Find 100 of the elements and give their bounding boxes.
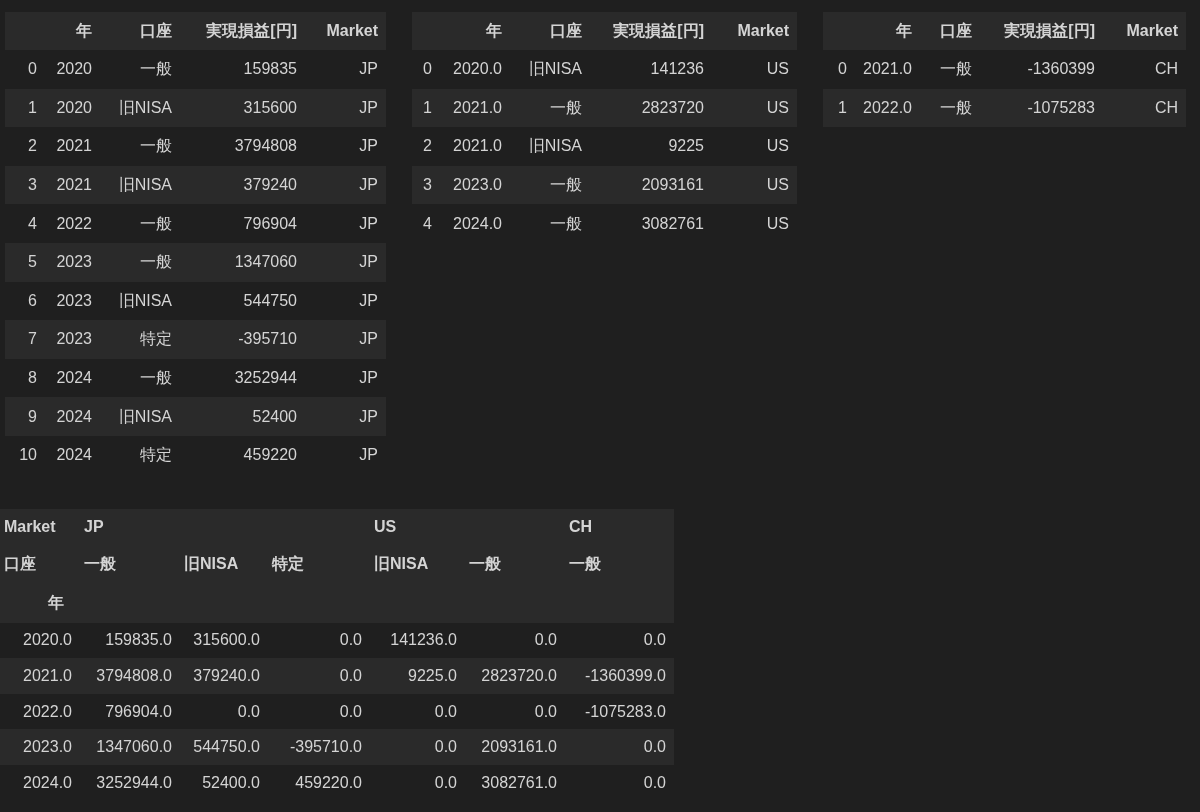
table-cell: -395710.0 (268, 729, 370, 765)
table-cell: JP (305, 88, 386, 128)
row-index: 7 (5, 320, 45, 359)
table-cell: 0.0 (268, 622, 370, 659)
table-cell: 2021 (45, 127, 100, 166)
column-header: 実現損益[円] (180, 12, 305, 50)
table-cell: 2022 (45, 204, 100, 243)
column-header: US (370, 508, 565, 545)
column-header: 旧NISA (180, 544, 268, 583)
table-cell: 315600.0 (180, 622, 268, 659)
table-cell: 2020.0 (440, 50, 510, 89)
table-cell: 2021 (45, 165, 100, 205)
row-index: 2024.0 (0, 764, 80, 801)
column-level-name: 口座 (0, 544, 80, 583)
table-cell: 1347060.0 (80, 729, 180, 765)
table-cell: 2023.0 (440, 165, 510, 205)
table-cell: -395710 (180, 320, 305, 359)
row-index: 4 (5, 204, 45, 243)
table-cell: 3082761.0 (465, 764, 565, 801)
column-header: 口座 (920, 12, 980, 50)
table-cell: 544750.0 (180, 729, 268, 765)
table-cell: 一般 (510, 88, 590, 128)
table-cell: 379240 (180, 165, 305, 205)
table-cell: 3794808.0 (80, 658, 180, 694)
row-index: 3 (412, 165, 440, 205)
table-cell: 3794808 (180, 127, 305, 166)
table-cell: 1347060 (180, 242, 305, 282)
table-cell: US (712, 88, 797, 128)
table-cell: 0.0 (565, 729, 674, 765)
table-cell: 159835.0 (80, 622, 180, 659)
table-cell: 0.0 (465, 693, 565, 730)
table-cell: 9225.0 (370, 658, 465, 694)
table-cell: CH (1103, 50, 1186, 89)
table-cell: 特定 (100, 320, 180, 359)
column-header: 特定 (268, 544, 370, 583)
row-index: 2021.0 (0, 658, 80, 694)
table-cell: 2093161 (590, 165, 712, 205)
table-cell: -1075283.0 (565, 693, 674, 730)
table-cell: 2024.0 (440, 204, 510, 243)
table-cell: US (712, 50, 797, 89)
column-header: 旧NISA (370, 544, 465, 583)
table-cell: 0.0 (268, 693, 370, 730)
table-cell: 旧NISA (100, 165, 180, 205)
table-cell: 0.0 (370, 693, 465, 730)
table-cell: US (712, 127, 797, 166)
row-index: 0 (412, 50, 440, 89)
column-header: CH (565, 508, 674, 545)
table-cell: 796904.0 (80, 693, 180, 730)
table-cell: JP (305, 320, 386, 359)
row-index: 9 (5, 397, 45, 436)
table-cell: 459220 (180, 435, 305, 475)
table-cell: JP (305, 204, 386, 243)
table-cell: 一般 (510, 165, 590, 205)
table-cell: -1075283 (980, 88, 1103, 128)
table-cell: JP (305, 165, 386, 205)
table-cell: 2023 (45, 242, 100, 282)
table-cell: 旧NISA (510, 127, 590, 166)
table-cell: 0.0 (565, 622, 674, 659)
table-cell: US (712, 165, 797, 205)
row-index: 8 (5, 358, 45, 398)
table-cell: 3252944 (180, 358, 305, 398)
table-cell: CH (1103, 88, 1186, 128)
table-cell: 0.0 (465, 622, 565, 659)
table-cell: 一般 (920, 88, 980, 128)
table-cell: 2023 (45, 320, 100, 359)
table-cell: 0.0 (268, 658, 370, 694)
table-cell: 一般 (100, 242, 180, 282)
column-header: Market (305, 12, 386, 50)
table-cell: 0.0 (180, 693, 268, 730)
table-cell: 0.0 (565, 764, 674, 801)
table-cell: 一般 (100, 358, 180, 398)
row-index: 3 (5, 165, 45, 205)
table-cell: 旧NISA (100, 88, 180, 128)
table-cell: 旧NISA (100, 397, 180, 436)
table-cell: 2024 (45, 358, 100, 398)
column-header: Market (712, 12, 797, 50)
table-cell: 379240.0 (180, 658, 268, 694)
table-cell: 2093161.0 (465, 729, 565, 765)
table-cell: 3082761 (590, 204, 712, 243)
table-cell: 2021.0 (855, 50, 920, 89)
row-index: 6 (5, 281, 45, 321)
table-cell: 796904 (180, 204, 305, 243)
table-cell: -1360399.0 (565, 658, 674, 694)
table-cell: 315600 (180, 88, 305, 128)
table-cell: 2020 (45, 88, 100, 128)
table-cell: JP (305, 358, 386, 398)
row-index: 2 (412, 127, 440, 166)
row-index: 2020.0 (0, 622, 80, 659)
table-cell: 459220.0 (268, 764, 370, 801)
index-name: 年 (0, 582, 80, 623)
table-cell: 2823720 (590, 88, 712, 128)
table-cell: 2020 (45, 50, 100, 89)
row-index: 2 (5, 127, 45, 166)
column-header: Market (1103, 12, 1186, 50)
table-cell: -1360399 (980, 50, 1103, 89)
column-header: 口座 (100, 12, 180, 50)
table-cell: 0.0 (370, 729, 465, 765)
column-header: 一般 (565, 544, 674, 583)
table-cell: JP (305, 127, 386, 166)
table-cell: 一般 (100, 127, 180, 166)
